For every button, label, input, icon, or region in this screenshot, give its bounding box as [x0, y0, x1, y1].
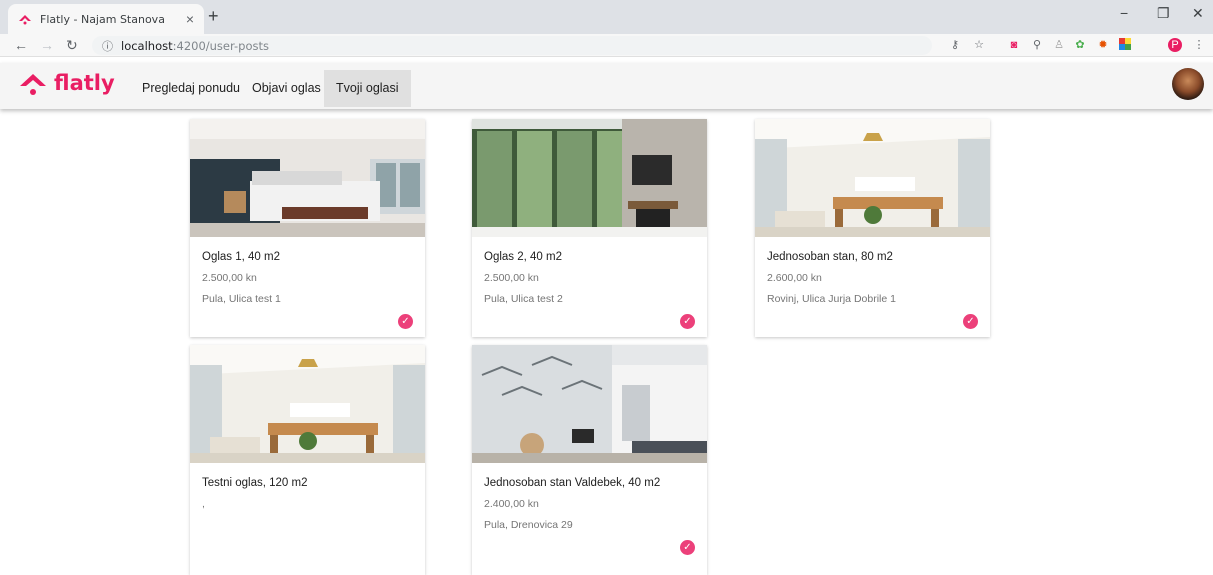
- user-avatar[interactable]: [1172, 68, 1204, 100]
- address-bar[interactable]: ⓘ localhost:4200/user-posts: [92, 36, 932, 55]
- check-circle-icon[interactable]: ✓: [680, 540, 695, 555]
- nav-link-pregledaj-ponudu[interactable]: Pregledaj ponudu: [130, 70, 252, 107]
- app-navbar: flatly Pregledaj ponudu Objavi oglas Tvo…: [0, 63, 1213, 109]
- restore-button[interactable]: ❐: [1157, 5, 1170, 22]
- profile-icon[interactable]: P: [1168, 38, 1182, 52]
- listing-price: 2.400,00 kn: [484, 498, 539, 510]
- listing-card[interactable]: Jednosoban stan, 80 m2 2.600,00 kn Rovin…: [755, 119, 990, 337]
- url-path: :4200/user-posts: [172, 38, 269, 53]
- listing-card[interactable]: Oglas 1, 40 m2 2.500,00 kn Pula, Ulica t…: [190, 119, 425, 337]
- browser-toolbar: ← → ↻ ⓘ localhost:4200/user-posts ⚷ ☆ ◙ …: [0, 34, 1213, 57]
- new-tab-button[interactable]: +: [208, 6, 219, 27]
- flatly-logo[interactable]: flatly: [18, 69, 115, 97]
- listing-title: Testni oglas, 120 m2: [202, 477, 308, 489]
- close-window-button[interactable]: ✕: [1192, 5, 1204, 22]
- pocket-extension-icon[interactable]: ◙: [1007, 38, 1021, 52]
- forward-arrow-icon[interactable]: →: [40, 37, 54, 53]
- color-extension-icon[interactable]: [1118, 38, 1132, 52]
- info-icon[interactable]: ⓘ: [102, 38, 113, 54]
- pin-extension-icon[interactable]: ⚲: [1030, 38, 1044, 52]
- listing-photo: [190, 119, 425, 237]
- gear-extension-icon[interactable]: ✿: [1073, 38, 1087, 52]
- back-arrow-icon[interactable]: ←: [14, 37, 28, 53]
- bookmark-star-icon[interactable]: ☆: [972, 38, 986, 52]
- flatly-logo-icon: [20, 74, 46, 95]
- tree-extension-icon[interactable]: ♙: [1052, 38, 1066, 52]
- listing-price: 2.500,00 kn: [484, 272, 539, 284]
- listing-price: 2.500,00 kn: [202, 272, 257, 284]
- listing-title: Oglas 1, 40 m2: [202, 251, 280, 263]
- check-circle-icon[interactable]: ✓: [398, 314, 413, 329]
- check-circle-icon[interactable]: ✓: [680, 314, 695, 329]
- listing-card[interactable]: Oglas 2, 40 m2 2.500,00 kn Pula, Ulica t…: [472, 119, 707, 337]
- flatly-favicon-icon: [19, 15, 31, 25]
- reload-icon[interactable]: ↻: [66, 37, 78, 54]
- tab-close-icon[interactable]: ×: [186, 11, 194, 27]
- listing-title: Jednosoban stan, 80 m2: [767, 251, 893, 263]
- browser-tabstrip: Flatly - Najam Stanova × + − ❐ ✕: [0, 0, 1213, 34]
- listing-photo: [190, 345, 425, 463]
- listing-card[interactable]: Jednosoban stan Valdebek, 40 m2 2.400,00…: [472, 345, 707, 575]
- listing-title: Oglas 2, 40 m2: [484, 251, 562, 263]
- menu-dots-icon[interactable]: ⋮: [1192, 38, 1206, 52]
- listing-address: Pula, Drenovica 29: [484, 519, 573, 531]
- nav-link-objavi-oglas[interactable]: Objavi oglas: [240, 70, 333, 107]
- key-icon[interactable]: ⚷: [948, 38, 962, 52]
- listing-photo: [472, 345, 707, 463]
- listing-address: Pula, Ulica test 2: [484, 293, 563, 305]
- check-circle-icon[interactable]: ✓: [963, 314, 978, 329]
- nav-link-tvoji-oglasi[interactable]: Tvoji oglasi: [324, 70, 411, 107]
- listing-title: Jednosoban stan Valdebek, 40 m2: [484, 477, 661, 489]
- logo-text: flatly: [54, 71, 115, 95]
- minimize-button[interactable]: −: [1120, 5, 1128, 21]
- listing-address: Pula, Ulica test 1: [202, 293, 281, 305]
- tab-title: Flatly - Najam Stanova: [40, 12, 165, 26]
- listing-photo: [472, 119, 707, 237]
- listing-photo: [755, 119, 990, 237]
- listing-price: 2.600,00 kn: [767, 272, 822, 284]
- listing-address: ,: [202, 498, 205, 510]
- listing-address: Rovinj, Ulica Jurja Dobrile 1: [767, 293, 896, 305]
- browser-tab[interactable]: Flatly - Najam Stanova ×: [8, 4, 204, 34]
- url-host: localhost: [121, 38, 173, 53]
- listing-card[interactable]: Testni oglas, 120 m2 ,: [190, 345, 425, 575]
- fox-extension-icon[interactable]: ✹: [1096, 38, 1110, 52]
